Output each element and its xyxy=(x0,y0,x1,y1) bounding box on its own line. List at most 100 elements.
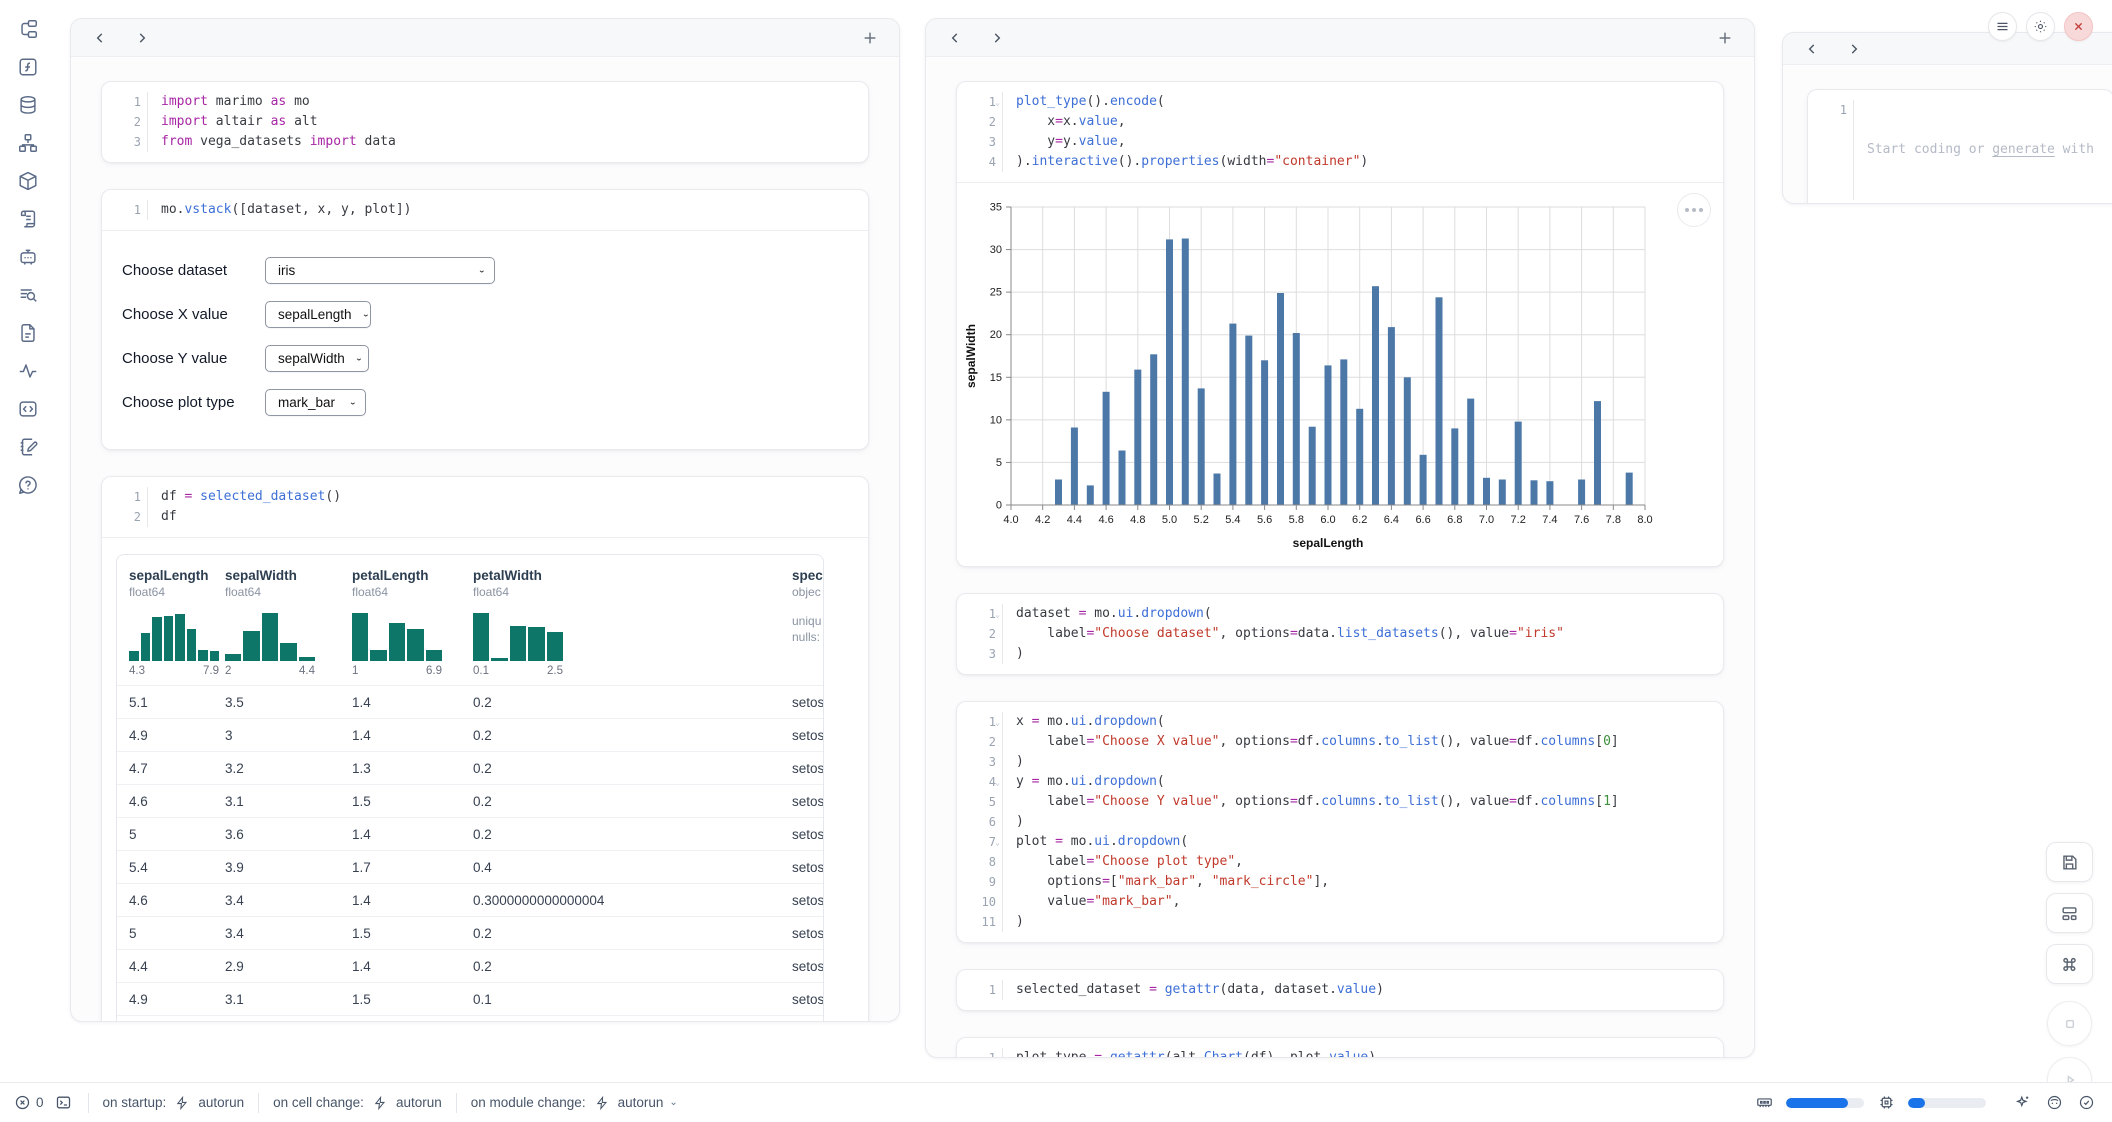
layout-grid-button[interactable] xyxy=(2046,893,2093,933)
range-max: 4.4 xyxy=(299,665,315,677)
panel-middle-header xyxy=(926,19,1754,57)
dropdown-value: mark_bar xyxy=(278,395,335,410)
svg-text:6.6: 6.6 xyxy=(1415,514,1430,526)
sitemap-icon[interactable] xyxy=(15,130,41,156)
column-meta: uniqunulls: xyxy=(792,613,823,645)
cell-editor[interactable]: 12df = selected_dataset()df xyxy=(102,477,868,537)
table-cell: 0.2 xyxy=(473,728,792,743)
history-forward-button[interactable] xyxy=(1841,36,1867,62)
svg-text:10: 10 xyxy=(990,414,1002,426)
copilot-icon[interactable] xyxy=(2044,1093,2064,1113)
errors-icon[interactable] xyxy=(12,1093,32,1113)
on-startup-setting[interactable]: on startup: autorun xyxy=(103,1093,245,1113)
code-line: ).interactive().properties(width="contai… xyxy=(1016,152,1723,172)
fold-chevron-icon[interactable]: ⌄ xyxy=(994,605,1000,625)
chat-bot-icon[interactable] xyxy=(15,244,41,270)
function-square-icon[interactable] xyxy=(15,54,41,80)
save-button[interactable] xyxy=(2046,842,2093,882)
histogram-bar xyxy=(187,629,197,661)
history-back-button[interactable] xyxy=(1799,36,1825,62)
search-list-icon[interactable] xyxy=(15,282,41,308)
fold-chevron-icon[interactable]: ⌄ xyxy=(994,713,1000,733)
notebook-edit-icon[interactable] xyxy=(15,434,41,460)
document-icon[interactable] xyxy=(15,320,41,346)
table-cell: 4.9 xyxy=(117,992,225,1007)
table-row: 4.63.41.40.3000000000000004setos xyxy=(117,883,823,916)
column-header[interactable]: petalWidthfloat640.12.5 xyxy=(473,568,792,677)
fold-chevron-icon[interactable]: ⌄ xyxy=(994,93,1000,113)
chart-svg[interactable]: 4.04.24.44.64.85.05.25.45.65.86.06.26.46… xyxy=(963,197,1663,553)
cell-editor[interactable]: 1⌄23dataset = mo.ui.dropdown( label="Cho… xyxy=(957,594,1723,674)
line-number: 1 xyxy=(1840,103,1847,117)
code-line: ) xyxy=(1016,644,1723,664)
column-header[interactable]: sepalWidthfloat6424.4 xyxy=(225,568,352,677)
line-number-text: 3 xyxy=(989,135,996,149)
cell-editor[interactable]: 1 selected_dataset = getattr(data, datase… xyxy=(957,970,1723,1010)
histogram-range: 0.12.5 xyxy=(473,665,563,677)
on-module-change-setting[interactable]: on module change: autorun ⌄ xyxy=(471,1093,678,1113)
menu-button[interactable] xyxy=(1988,12,2017,41)
terminal-icon[interactable] xyxy=(54,1093,74,1113)
command-palette-button[interactable] xyxy=(2046,944,2093,984)
table-cell: 4.6 xyxy=(117,893,225,908)
table-row: 5.13.51.40.2setos xyxy=(117,685,823,718)
dropdown-select[interactable]: sepalWidth⌄ xyxy=(265,345,369,372)
history-forward-button[interactable] xyxy=(129,25,155,51)
history-back-button[interactable] xyxy=(87,25,113,51)
help-chat-icon[interactable] xyxy=(15,472,41,498)
line-number: 8 xyxy=(957,852,996,872)
code-snippet-icon[interactable] xyxy=(15,396,41,422)
code-lines: selected_dataset = getattr(data, dataset… xyxy=(1003,980,1723,1000)
table-cell: 1.5 xyxy=(352,992,473,1007)
on-cell-change-setting[interactable]: on cell change: autorun xyxy=(273,1093,442,1113)
dropdown-label: Choose plot type xyxy=(122,394,265,411)
fold-chevron-icon[interactable]: ⌄ xyxy=(994,833,1000,853)
column-header[interactable]: speciobjecuniqunulls: xyxy=(792,568,823,677)
table-cell: 5.1 xyxy=(117,695,225,710)
activity-icon[interactable] xyxy=(15,358,41,384)
settings-gear-button[interactable] xyxy=(2026,12,2055,41)
dropdown-select[interactable]: sepalLength⌄ xyxy=(265,301,371,328)
cell-editor[interactable]: 1⌄234plot_type().encode( x=x.value, y=y.… xyxy=(957,82,1723,182)
line-number-gutter: 1 xyxy=(102,200,148,220)
line-number-gutter: 1 xyxy=(957,1048,1003,1058)
connected-check-icon[interactable] xyxy=(2076,1093,2096,1113)
cell-editor[interactable]: 1⌄234⌄567⌄891011x = mo.ui.dropdown( labe… xyxy=(957,702,1723,942)
dataframe-table: sepalLengthfloat644.37.9sepalWidthfloat6… xyxy=(116,554,824,1022)
table-cell: 3.4 xyxy=(225,893,352,908)
scroll-icon[interactable] xyxy=(15,206,41,232)
history-back-button[interactable] xyxy=(942,25,968,51)
fold-chevron-icon[interactable]: ⌄ xyxy=(994,773,1000,793)
lightning-icon xyxy=(172,1093,192,1113)
editor-placeholder[interactable]: Start coding or generate with xyxy=(1867,140,2112,160)
column-histogram xyxy=(473,609,563,661)
cell-editor[interactable]: 123import marimo as moimport altair as a… xyxy=(102,82,868,162)
generate-with-ai-link[interactable]: generate xyxy=(1992,142,2055,157)
close-button[interactable] xyxy=(2064,12,2093,41)
cell-editor[interactable]: 1mo.vstack([dataset, x, y, plot]) xyxy=(102,190,868,230)
history-forward-button[interactable] xyxy=(984,25,1010,51)
line-number-text: 1 xyxy=(989,983,996,997)
database-icon[interactable] xyxy=(15,92,41,118)
lightning-icon xyxy=(370,1093,390,1113)
notebook-cell: 1⌄234⌄567⌄891011x = mo.ui.dropdown( labe… xyxy=(956,701,1724,943)
ai-sparkle-icon[interactable] xyxy=(2012,1093,2032,1113)
file-tree-icon[interactable] xyxy=(15,16,41,42)
add-cell-button[interactable] xyxy=(1712,25,1738,51)
line-number-text: 2 xyxy=(134,115,141,129)
column-header[interactable]: petalLengthfloat6416.9 xyxy=(352,568,473,677)
code-line: options=["mark_bar", "mark_circle"], xyxy=(1016,872,1723,892)
dropdown-select[interactable]: iris⌄ xyxy=(265,257,495,284)
empty-code-cell[interactable]: 1 Start coding or generate with xyxy=(1807,89,2112,204)
column-header[interactable]: sepalLengthfloat644.37.9 xyxy=(117,568,225,677)
chevron-down-icon: ⌄ xyxy=(362,310,370,319)
add-cell-button[interactable] xyxy=(857,25,883,51)
code-line: import marimo as mo xyxy=(161,92,868,112)
dropdown-select[interactable]: mark_bar⌄ xyxy=(265,389,366,416)
package-icon[interactable] xyxy=(15,168,41,194)
range-min: 4.3 xyxy=(129,665,145,677)
table-cell: 0.2 xyxy=(473,794,792,809)
cell-editor[interactable]: 1plot_type = getattr(alt.Chart(df), plot… xyxy=(957,1038,1723,1058)
chart-actions-button[interactable] xyxy=(1677,193,1711,227)
stop-button[interactable] xyxy=(2047,1001,2092,1046)
